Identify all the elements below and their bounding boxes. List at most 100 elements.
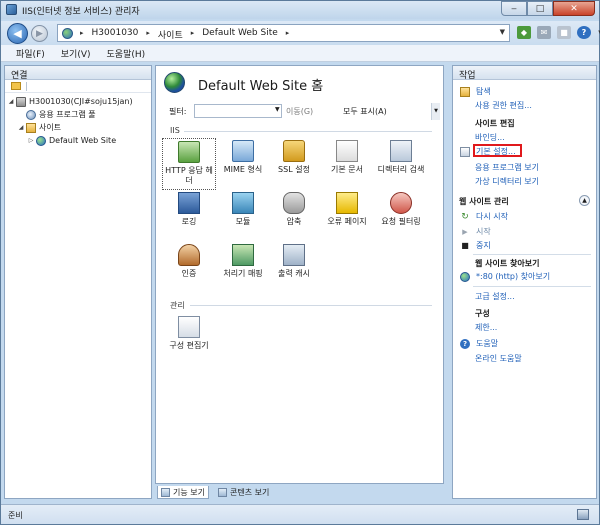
tree-node-label: 사이트: [39, 123, 62, 132]
connections-toolbar: [5, 80, 151, 93]
group-divider: [190, 305, 432, 306]
collapse-toggle-icon[interactable]: ◢: [7, 98, 15, 105]
feature-label: 압축: [286, 217, 302, 226]
tree-node-app-pools[interactable]: 응용 프로그램 풀: [5, 108, 151, 121]
collapse-icon[interactable]: ▲: [579, 195, 590, 206]
breadcrumb-server[interactable]: H3001030: [92, 28, 139, 41]
tree-node-server[interactable]: ◢ H3001030(CJI#soju15jan): [5, 95, 151, 108]
content-view-icon: [217, 488, 227, 497]
feature-request-filtering[interactable]: 요청 필터링: [374, 192, 428, 227]
tree-node-sites[interactable]: ◢ 사이트: [5, 121, 151, 134]
feature-logging[interactable]: 로깅: [162, 192, 216, 227]
stop-icon[interactable]: ■: [557, 26, 571, 39]
highlight-box: [473, 144, 522, 157]
action-view-virtual-directories[interactable]: 가상 디렉터리 보기: [475, 176, 539, 187]
action-restart[interactable]: ↻ 다시 시작: [460, 211, 508, 222]
action-edit-permissions[interactable]: 사용 권한 편집...: [475, 100, 532, 111]
feature-error-pages[interactable]: 오류 페이지: [320, 192, 374, 227]
stop-icon: ■: [461, 240, 469, 250]
tab-content-view[interactable]: 콘텐츠 보기: [215, 486, 272, 499]
expand-toggle-icon[interactable]: ▷: [27, 137, 35, 144]
address-dropdown-icon[interactable]: ▼: [500, 28, 505, 36]
group-label-management: 관리: [170, 301, 185, 310]
connections-tree: ◢ H3001030(CJI#soju15jan) 응용 프로그램 풀 ◢ 사이…: [5, 93, 151, 147]
action-bindings[interactable]: 바인딩...: [475, 132, 505, 143]
action-browse-80[interactable]: *:80 (http) 찾아보기: [460, 271, 550, 282]
feature-modules[interactable]: 모듈: [216, 192, 270, 227]
breadcrumb-separator: ▸: [146, 29, 150, 37]
handler-mappings-icon: [232, 244, 254, 266]
feature-label: 요청 필터링: [381, 217, 421, 226]
scroll-arrow-icon[interactable]: ▼: [431, 103, 440, 120]
menu-file[interactable]: 파일(F): [16, 47, 45, 60]
help-icon[interactable]: ?: [577, 26, 591, 39]
go-button[interactable]: 이동(G): [286, 106, 313, 117]
server-icon: [16, 96, 26, 107]
feature-label: 기본 문서: [331, 165, 363, 174]
section-configure: 구성: [475, 309, 490, 318]
tree-node-default-web-site[interactable]: ▷ Default Web Site: [5, 134, 151, 147]
minimize-button[interactable]: ‒: [501, 1, 527, 16]
iis-app-icon: [6, 4, 17, 15]
tab-features-view[interactable]: 기능 보기: [157, 486, 209, 499]
feature-output-caching[interactable]: 출력 캐시: [267, 244, 321, 279]
action-stop[interactable]: ■ 중지: [460, 240, 491, 251]
mail-icon[interactable]: ✉: [537, 26, 551, 39]
feature-default-document[interactable]: 기본 문서: [320, 140, 374, 175]
globe-icon: [36, 135, 46, 146]
feature-directory-browsing[interactable]: 디렉터리 검색: [374, 140, 428, 175]
action-view-applications[interactable]: 응용 프로그램 보기: [475, 162, 539, 173]
open-connection-icon[interactable]: [11, 82, 21, 90]
feature-label: 모듈: [235, 217, 251, 226]
filter-input[interactable]: [194, 104, 282, 118]
back-button[interactable]: ◀: [7, 23, 28, 44]
feature-http-response-headers[interactable]: HTTP 응답 헤더: [162, 138, 216, 190]
breadcrumb-separator: ▸: [80, 29, 84, 37]
feature-label: MIME 형식: [223, 165, 263, 174]
action-advanced-settings[interactable]: 고급 설정...: [475, 291, 515, 302]
action-start[interactable]: ▶ 시작: [460, 226, 491, 237]
feature-mime-types[interactable]: MIME 형식: [216, 140, 270, 175]
action-help[interactable]: ? 도움말: [460, 338, 498, 349]
action-limits[interactable]: 제한...: [475, 322, 497, 333]
feature-compression[interactable]: 압축: [267, 192, 321, 227]
feature-ssl-settings[interactable]: SSL 설정: [267, 140, 321, 175]
feature-label: SSL 설정: [278, 165, 310, 174]
tab-label: 콘텐츠 보기: [229, 488, 270, 497]
close-button[interactable]: ✕: [553, 1, 595, 16]
feature-authentication[interactable]: 인증: [162, 244, 216, 279]
feature-label: 오류 페이지: [327, 217, 367, 226]
action-explore[interactable]: 탐색: [460, 86, 491, 97]
collapse-toggle-icon[interactable]: ◢: [17, 124, 25, 131]
feature-label: 인증: [181, 269, 197, 278]
output-cache-icon: [283, 244, 305, 266]
action-link: 중지: [476, 241, 491, 250]
feature-label: 출력 캐시: [278, 269, 310, 278]
maximize-button[interactable]: □: [527, 1, 553, 16]
feature-label: 구성 편집기: [169, 341, 209, 350]
breadcrumb: ▸ H3001030 ▸ 사이트 ▸ Default Web Site ▸: [80, 28, 289, 41]
feature-configuration-editor[interactable]: 구성 편집기: [162, 316, 216, 351]
request-filtering-icon: [390, 192, 412, 214]
action-link: 도움말: [476, 339, 499, 348]
forward-button[interactable]: ▶: [31, 25, 48, 42]
breadcrumb-site[interactable]: Default Web Site: [202, 28, 278, 41]
filter-dropdown-icon[interactable]: ▼: [275, 106, 280, 113]
menu-help[interactable]: 도움말(H): [107, 47, 146, 60]
explore-folder-icon: [460, 86, 470, 97]
ssl-lock-icon: [283, 140, 305, 162]
action-link: 시작: [476, 227, 491, 236]
tree-node-label: 응용 프로그램 풀: [39, 110, 96, 119]
action-online-help[interactable]: 온라인 도움말: [475, 353, 522, 364]
breadcrumb-sites[interactable]: 사이트: [158, 28, 183, 41]
connect-icon[interactable]: ◆: [517, 26, 531, 39]
address-bar[interactable]: ▸ H3001030 ▸ 사이트 ▸ Default Web Site ▸ ▼: [57, 24, 510, 42]
action-separator: [473, 254, 591, 255]
show-all-button[interactable]: 모두 표시(A): [343, 106, 387, 117]
feature-handler-mappings[interactable]: 처리기 매핑: [216, 244, 270, 279]
start-icon: ▶: [462, 227, 468, 236]
tree-node-label: Default Web Site: [49, 136, 117, 145]
menu-view[interactable]: 보기(V): [61, 47, 91, 60]
breadcrumb-separator: ▸: [190, 29, 195, 37]
group-label-iis: IIS: [170, 126, 180, 135]
